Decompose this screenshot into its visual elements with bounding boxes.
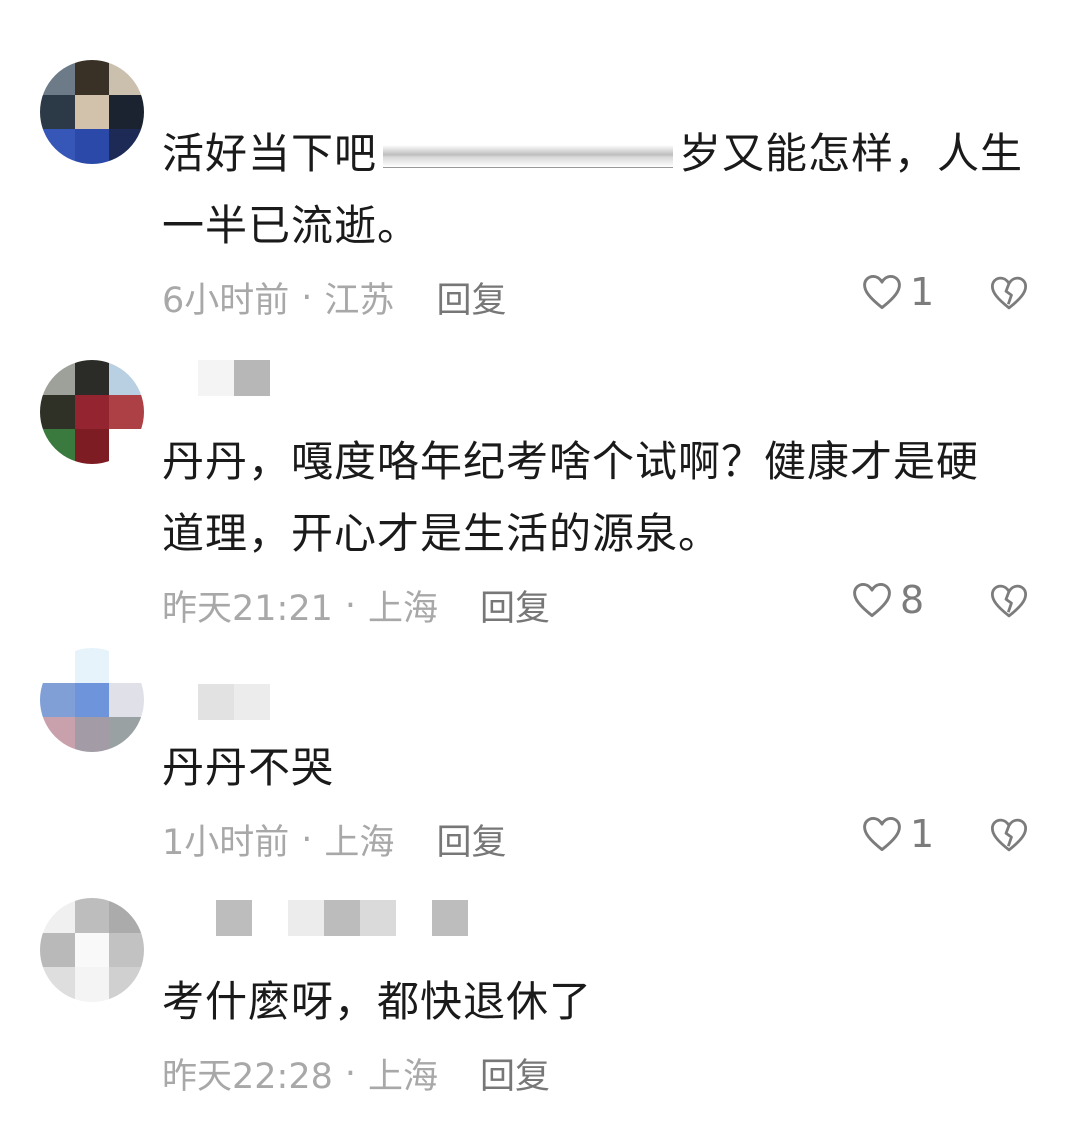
like-button[interactable]: 1 <box>860 270 934 314</box>
comment-text: 丹丹，嘎度咯年纪考啥个试啊？健康才是硬 <box>162 437 980 486</box>
timestamp: 6小时前 <box>162 281 290 321</box>
comment-meta: 6小时前 · 江苏 回复 <box>162 272 506 323</box>
comment-text: 一半已流逝。 <box>162 201 421 250</box>
timestamp: 昨天22:28 <box>162 1057 333 1097</box>
like-count: 1 <box>910 812 935 856</box>
location: 上海 <box>368 1057 439 1097</box>
timestamp: 1小时前 <box>162 823 290 863</box>
comment-text: 考什麼呀，都快退休了 <box>162 977 593 1026</box>
like-count: 1 <box>910 270 935 314</box>
separator: · <box>301 277 313 318</box>
like-button[interactable]: 1 <box>860 812 934 856</box>
comment-text: 道理，开心才是生活的源泉。 <box>162 509 722 558</box>
location: 上海 <box>368 589 439 629</box>
comment-text: 活好当下吧 岁又能怎样，人生 <box>162 129 1024 178</box>
separator: · <box>301 819 313 860</box>
avatar[interactable] <box>40 898 144 1002</box>
location: 江苏 <box>324 281 395 321</box>
reply-button[interactable]: 回复 <box>436 272 506 323</box>
avatar[interactable] <box>40 60 144 164</box>
comment-meta: 昨天21:21 · 上海 回复 <box>162 580 550 631</box>
username-redacted[interactable] <box>162 360 270 396</box>
avatar[interactable] <box>40 648 144 752</box>
heart-outline-icon <box>863 274 901 310</box>
reply-button[interactable]: 回复 <box>436 814 506 865</box>
broken-heart-icon <box>990 276 1028 310</box>
dislike-button[interactable] <box>988 580 1030 626</box>
broken-heart-icon <box>990 584 1028 618</box>
dislike-button[interactable] <box>988 814 1030 860</box>
heart-outline-icon <box>863 816 901 852</box>
redaction-bar <box>383 145 674 168</box>
heart-outline-icon <box>853 582 891 618</box>
broken-heart-icon <box>990 818 1028 852</box>
dislike-button[interactable] <box>988 272 1030 318</box>
separator: · <box>344 1053 357 1094</box>
avatar[interactable] <box>40 360 144 464</box>
comment-meta: 昨天22:28 · 上海 回复 <box>162 1048 550 1099</box>
reply-button[interactable]: 回复 <box>480 1048 550 1099</box>
comment-text: 丹丹不哭 <box>162 743 335 792</box>
username-redacted[interactable] <box>216 900 468 936</box>
like-count: 8 <box>900 578 925 622</box>
timestamp: 昨天21:21 <box>162 589 333 629</box>
location: 上海 <box>324 823 395 863</box>
reply-button[interactable]: 回复 <box>480 580 550 631</box>
separator: · <box>344 585 357 626</box>
like-button[interactable]: 8 <box>850 578 924 622</box>
username-redacted[interactable] <box>162 684 270 720</box>
comment-meta: 1小时前 · 上海 回复 <box>162 814 506 865</box>
